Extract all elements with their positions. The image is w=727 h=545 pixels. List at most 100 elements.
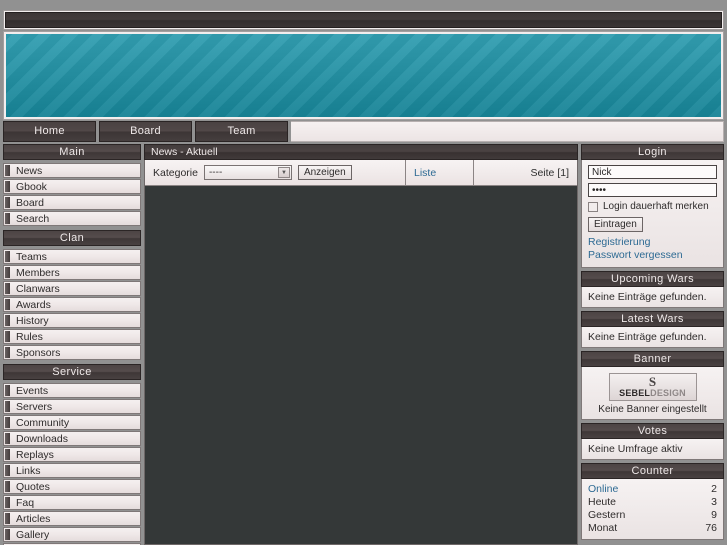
page-root: Home Board Team Main News Gbook Board Se… — [0, 0, 727, 545]
list-view-cell: Liste — [405, 160, 473, 185]
sidebar-group-title-main: Main — [3, 144, 141, 160]
page-indicator: Seite [1] — [530, 166, 569, 179]
sidebar-item-search[interactable]: Search — [3, 211, 141, 226]
sebeldesign-mark-icon: S — [648, 374, 657, 389]
sidebar-item-articles[interactable]: Articles — [3, 511, 141, 526]
chevron-down-icon[interactable]: ▼ — [277, 167, 290, 178]
logo-name-bold: SEBEL — [619, 388, 651, 398]
pagination-cell: Seite [1] — [473, 160, 577, 185]
counter-panel-title: Counter — [581, 463, 724, 479]
tab-board[interactable]: Board — [99, 121, 192, 142]
counter-value-heute: 3 — [711, 496, 717, 508]
sidebar-item-label: Teams — [16, 250, 47, 263]
sidebar-item-news[interactable]: News — [3, 163, 141, 178]
counter-row-heute: Heute 3 — [588, 496, 717, 509]
votes-panel: Votes Keine Umfrage aktiv — [581, 423, 724, 460]
remember-checkbox[interactable] — [588, 201, 598, 212]
counter-label-monat: Monat — [588, 522, 618, 534]
login-panel-body: Login dauerhaft merken Eintragen Registr… — [581, 160, 724, 268]
counter-row-online: Online 2 — [588, 483, 717, 496]
sidebar-item-quotes[interactable]: Quotes — [3, 479, 141, 494]
sidebar-item-replays[interactable]: Replays — [3, 447, 141, 462]
banner-panel-title: Banner — [581, 351, 724, 367]
sidebar-item-gbook[interactable]: Gbook — [3, 179, 141, 194]
counter-panel: Counter Online 2 Heute 3 Gestern 9 Monat… — [581, 463, 724, 540]
sidebar-item-sponsors[interactable]: Sponsors — [3, 345, 141, 360]
sidebar-item-downloads[interactable]: Downloads — [3, 431, 141, 446]
sidebar-item-links[interactable]: Links — [3, 463, 141, 478]
votes-panel-body: Keine Umfrage aktiv — [581, 439, 724, 460]
sidebar-item-members[interactable]: Members — [3, 265, 141, 280]
show-button[interactable]: Anzeigen — [297, 165, 352, 180]
banner-empty-note: Keine Banner eingestellt — [598, 404, 707, 415]
counter-value-monat: 76 — [705, 522, 717, 534]
main-nav-tabs: Home Board Team — [3, 121, 724, 142]
upcoming-wars-title: Upcoming Wars — [581, 271, 724, 287]
banner-image — [6, 34, 721, 117]
site-header-banner — [3, 31, 724, 120]
sidebar-item-label: Servers — [16, 400, 53, 413]
page-title: News - Aktuell — [144, 144, 578, 160]
sidebar-group-title-clan: Clan — [3, 230, 141, 246]
remember-label: Login dauerhaft merken — [603, 201, 709, 212]
sidebar-item-label: Clanwars — [16, 282, 60, 295]
login-submit-button[interactable]: Eintragen — [588, 217, 643, 232]
counter-value-online: 2 — [711, 483, 717, 495]
sidebar-item-board[interactable]: Board — [3, 195, 141, 210]
sidebar-item-servers[interactable]: Servers — [3, 399, 141, 414]
counter-panel-body: Online 2 Heute 3 Gestern 9 Monat 76 — [581, 479, 724, 540]
page-columns: Main News Gbook Board Search Clan Teams … — [3, 144, 724, 545]
list-link[interactable]: Liste — [414, 167, 436, 179]
sidebar-item-history[interactable]: History — [3, 313, 141, 328]
sidebar-item-label: Gallery — [16, 528, 50, 541]
sidebar-item-label: Events — [16, 384, 49, 397]
banner-panel: Banner S SEBELDESIGN Keine Banner einges… — [581, 351, 724, 420]
sidebar-item-label: Board — [16, 196, 45, 209]
forgot-password-link[interactable]: Passwort vergessen — [588, 249, 717, 262]
counter-label-online[interactable]: Online — [588, 483, 618, 496]
tab-home[interactable]: Home — [3, 121, 96, 142]
category-select[interactable]: ---- ▼ — [203, 165, 292, 180]
sidebar-item-label: Members — [16, 266, 60, 279]
counter-label-heute: Heute — [588, 496, 617, 508]
sidebar-item-label: Downloads — [16, 432, 68, 445]
login-panel-title: Login — [581, 144, 724, 160]
sidebar-item-label: Rules — [16, 330, 43, 343]
sidebar-item-rules[interactable]: Rules — [3, 329, 141, 344]
category-label: Kategorie — [153, 166, 198, 179]
sidebar-item-awards[interactable]: Awards — [3, 297, 141, 312]
password-input[interactable] — [588, 183, 717, 197]
sidebar-item-label: Community — [16, 416, 70, 429]
sidebar-item-gallery[interactable]: Gallery — [3, 527, 141, 542]
sidebar-item-community[interactable]: Community — [3, 415, 141, 430]
right-sidebar: Login Login dauerhaft merken Eintragen R… — [581, 144, 724, 545]
tab-team[interactable]: Team — [195, 121, 288, 142]
upcoming-wars-panel: Upcoming Wars Keine Einträge gefunden. — [581, 271, 724, 308]
tab-row-filler — [291, 121, 724, 142]
sebeldesign-logo[interactable]: S SEBELDESIGN — [608, 373, 697, 401]
nick-input[interactable] — [588, 165, 717, 179]
sidebar-item-faq[interactable]: Faq — [3, 495, 141, 510]
register-link[interactable]: Registrierung — [588, 236, 717, 249]
banner-panel-body: S SEBELDESIGN Keine Banner eingestellt — [581, 367, 724, 420]
counter-label-gestern: Gestern — [588, 509, 626, 521]
latest-wars-title: Latest Wars — [581, 311, 724, 327]
left-sidebar: Main News Gbook Board Search Clan Teams … — [3, 144, 141, 545]
content-body: Kategorie ---- ▼ Anzeigen Liste Seite [1… — [144, 160, 578, 545]
sidebar-item-label: Faq — [16, 496, 35, 509]
category-select-value: ---- — [208, 167, 223, 178]
main-content: News - Aktuell Kategorie ---- ▼ Anzeigen… — [144, 144, 578, 545]
login-panel: Login Login dauerhaft merken Eintragen R… — [581, 144, 724, 268]
sidebar-item-label: Links — [16, 464, 41, 477]
latest-wars-body: Keine Einträge gefunden. — [581, 327, 724, 348]
votes-panel-title: Votes — [581, 423, 724, 439]
filter-controls: Kategorie ---- ▼ Anzeigen — [145, 160, 405, 185]
sidebar-item-label: Articles — [16, 512, 51, 525]
remember-row[interactable]: Login dauerhaft merken — [588, 201, 717, 212]
sidebar-item-clanwars[interactable]: Clanwars — [3, 281, 141, 296]
counter-value-gestern: 9 — [711, 509, 717, 521]
sidebar-item-events[interactable]: Events — [3, 383, 141, 398]
sidebar-item-label: History — [16, 314, 49, 327]
sidebar-item-teams[interactable]: Teams — [3, 249, 141, 264]
sidebar-item-label: News — [16, 164, 43, 177]
